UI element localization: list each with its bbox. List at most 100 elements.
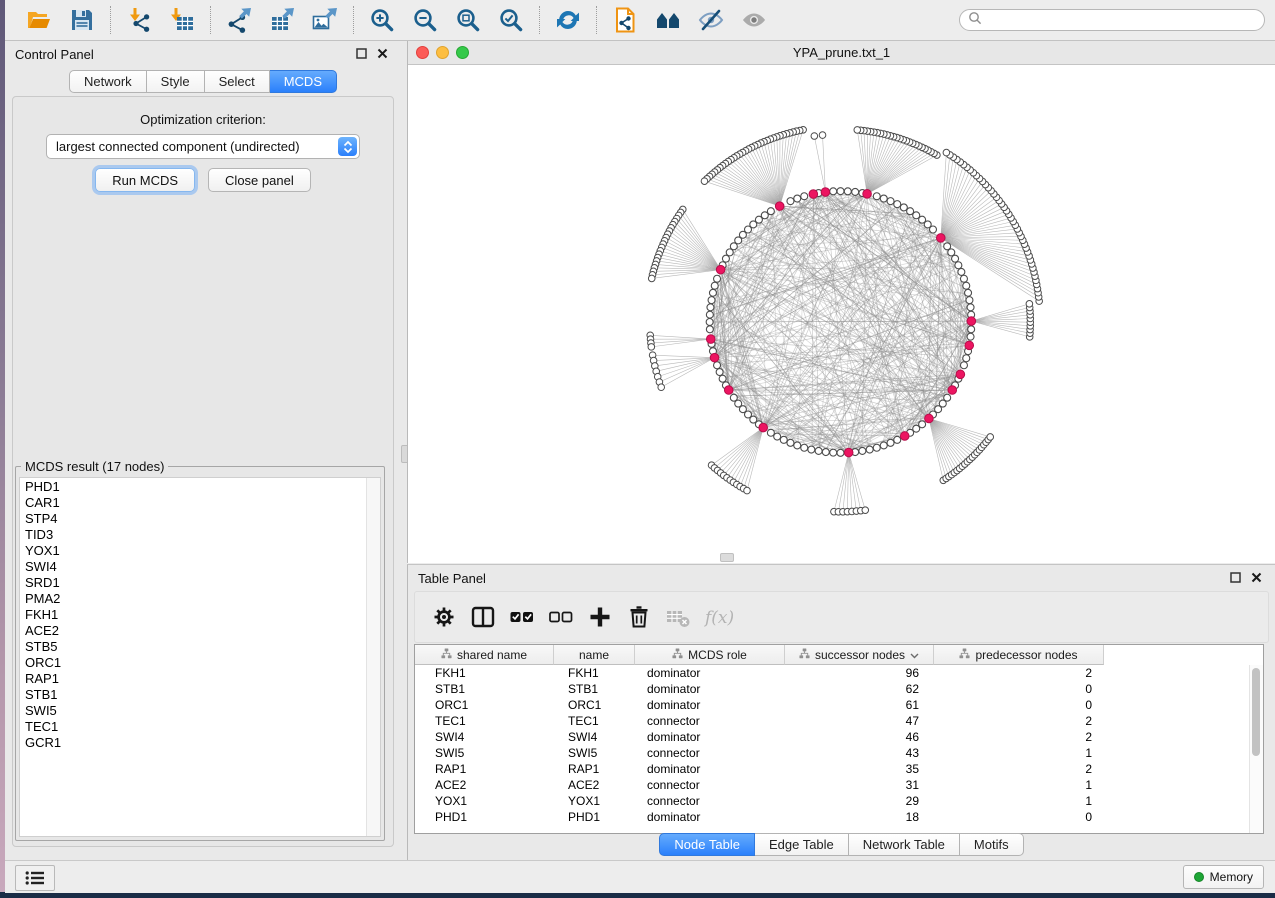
node-table: shared namenameMCDS rolesuccessor nodesp… <box>414 644 1264 834</box>
mcds-result-item[interactable]: ORC1 <box>20 655 366 671</box>
mcds-result-item[interactable]: CAR1 <box>20 495 366 511</box>
mcds-result-item[interactable]: STB1 <box>20 687 366 703</box>
table-row[interactable]: ORC1ORC1dominator610 <box>415 697 1249 713</box>
table-row[interactable]: RAP1RAP1dominator352 <box>415 761 1249 777</box>
share-document-icon[interactable] <box>612 7 638 33</box>
search-network-icon[interactable] <box>655 7 681 33</box>
table-cell: dominator <box>635 729 785 745</box>
status-bar: Memory <box>5 860 1275 893</box>
mcds-result-item[interactable]: FKH1 <box>20 607 366 623</box>
run-mcds-button[interactable]: Run MCDS <box>95 168 195 192</box>
mcds-result-item[interactable]: PMA2 <box>20 591 366 607</box>
network-canvas[interactable] <box>408 65 1275 563</box>
hide-graphics-details-icon[interactable] <box>698 7 724 33</box>
mcds-list-scrollbar[interactable] <box>366 478 380 836</box>
table-tabs: Node TableEdge TableNetwork TableMotifs <box>408 833 1275 856</box>
table-row[interactable]: YOX1YOX1connector291 <box>415 793 1249 809</box>
select-all-icon[interactable] <box>509 604 535 630</box>
column-header-name[interactable]: name <box>554 645 635 665</box>
table-row[interactable]: TEC1TEC1connector472 <box>415 713 1249 729</box>
zoom-window-traffic-light[interactable] <box>456 46 469 59</box>
mcds-result-item[interactable]: SRD1 <box>20 575 366 591</box>
mcds-result-item[interactable]: STP4 <box>20 511 366 527</box>
table-row[interactable]: ACE2ACE2connector311 <box>415 777 1249 793</box>
tab-motifs[interactable]: Motifs <box>960 833 1024 856</box>
table-row[interactable]: SWI4SWI4dominator462 <box>415 729 1249 745</box>
table-cell: SWI4 <box>554 729 635 745</box>
table-cell: connector <box>635 793 785 809</box>
table-cell: 2 <box>934 761 1104 777</box>
shared-column-icon <box>959 648 970 662</box>
tab-select[interactable]: Select <box>205 70 270 93</box>
settings-gear-icon[interactable] <box>431 604 457 630</box>
mcds-result-item[interactable]: STB5 <box>20 639 366 655</box>
float-panel-icon[interactable] <box>356 48 368 60</box>
delete-column-icon[interactable] <box>626 604 652 630</box>
column-header-predecessor-nodes[interactable]: predecessor nodes <box>934 645 1104 665</box>
export-table-icon[interactable] <box>269 7 295 33</box>
column-header-shared-name[interactable]: shared name <box>415 645 554 665</box>
horizontal-splitter-handle[interactable] <box>720 553 734 562</box>
zoom-in-icon[interactable] <box>369 7 395 33</box>
search-box[interactable] <box>959 9 1265 31</box>
table-cell: connector <box>635 713 785 729</box>
mcds-result-item[interactable]: PHD1 <box>20 479 366 495</box>
mcds-result-item[interactable]: RAP1 <box>20 671 366 687</box>
tab-network-table[interactable]: Network Table <box>849 833 960 856</box>
tab-node-table[interactable]: Node Table <box>659 833 755 856</box>
mcds-result-item[interactable]: GCR1 <box>20 735 366 751</box>
zoom-fit-icon[interactable] <box>455 7 481 33</box>
deselect-all-icon[interactable] <box>548 604 574 630</box>
table-cell: connector <box>635 777 785 793</box>
table-row[interactable]: STB1STB1dominator620 <box>415 681 1249 697</box>
panel-selector-button[interactable] <box>15 865 55 891</box>
table-scrollbar-thumb[interactable] <box>1252 668 1260 756</box>
import-network-icon[interactable] <box>126 7 152 33</box>
tab-mcds[interactable]: MCDS <box>270 70 337 93</box>
close-panel-icon[interactable] <box>377 48 389 60</box>
memory-status-dot <box>1194 872 1204 882</box>
tab-style[interactable]: Style <box>147 70 205 93</box>
memory-button[interactable]: Memory <box>1183 865 1264 889</box>
search-input[interactable] <box>987 12 1256 28</box>
table-row[interactable]: SWI5SWI5connector431 <box>415 745 1249 761</box>
column-header-successor-nodes[interactable]: successor nodes <box>785 645 934 665</box>
close-panel-button[interactable]: Close panel <box>208 168 311 192</box>
table-cell: 2 <box>934 665 1104 681</box>
mcds-result-item[interactable]: TEC1 <box>20 719 366 735</box>
open-session-icon[interactable] <box>26 7 52 33</box>
mcds-result-item[interactable]: SWI5 <box>20 703 366 719</box>
zoom-selected-icon[interactable] <box>498 7 524 33</box>
mcds-result-item[interactable]: TID3 <box>20 527 366 543</box>
table-row[interactable]: PHD1PHD1dominator180 <box>415 809 1249 825</box>
table-cell: 1 <box>934 777 1104 793</box>
table-row[interactable]: FKH1FKH1dominator962 <box>415 665 1249 681</box>
tab-network[interactable]: Network <box>69 70 147 93</box>
network-graph[interactable] <box>408 65 1275 563</box>
save-session-icon[interactable] <box>69 7 95 33</box>
float-table-panel-icon[interactable] <box>1230 572 1242 584</box>
tab-edge-table[interactable]: Edge Table <box>755 833 849 856</box>
import-table-icon[interactable] <box>169 7 195 33</box>
table-cell: SWI4 <box>415 729 554 745</box>
show-graphics-details-icon[interactable] <box>741 7 767 33</box>
mcds-result-item[interactable]: SWI4 <box>20 559 366 575</box>
table-cell: dominator <box>635 809 785 825</box>
minimize-window-traffic-light[interactable] <box>436 46 449 59</box>
apply-layout-icon[interactable] <box>555 7 581 33</box>
export-network-icon[interactable] <box>226 7 252 33</box>
cytoscape-window: Control Panel NetworkStyleSelectMCDS Opt… <box>5 0 1275 892</box>
export-image-icon[interactable] <box>312 7 338 33</box>
add-column-icon[interactable] <box>587 604 613 630</box>
shared-column-icon <box>672 648 683 662</box>
zoom-out-icon[interactable] <box>412 7 438 33</box>
mcds-result-item[interactable]: ACE2 <box>20 623 366 639</box>
close-table-panel-icon[interactable] <box>1251 572 1263 584</box>
column-header-MCDS-role[interactable]: MCDS role <box>635 645 785 665</box>
mcds-result-item[interactable]: YOX1 <box>20 543 366 559</box>
optimization-criterion-select[interactable]: largest connected component (undirected) <box>46 134 360 159</box>
split-panel-icon[interactable] <box>470 604 496 630</box>
table-scrollbar[interactable] <box>1249 665 1263 833</box>
close-window-traffic-light[interactable] <box>416 46 429 59</box>
table-cell: 31 <box>785 777 934 793</box>
